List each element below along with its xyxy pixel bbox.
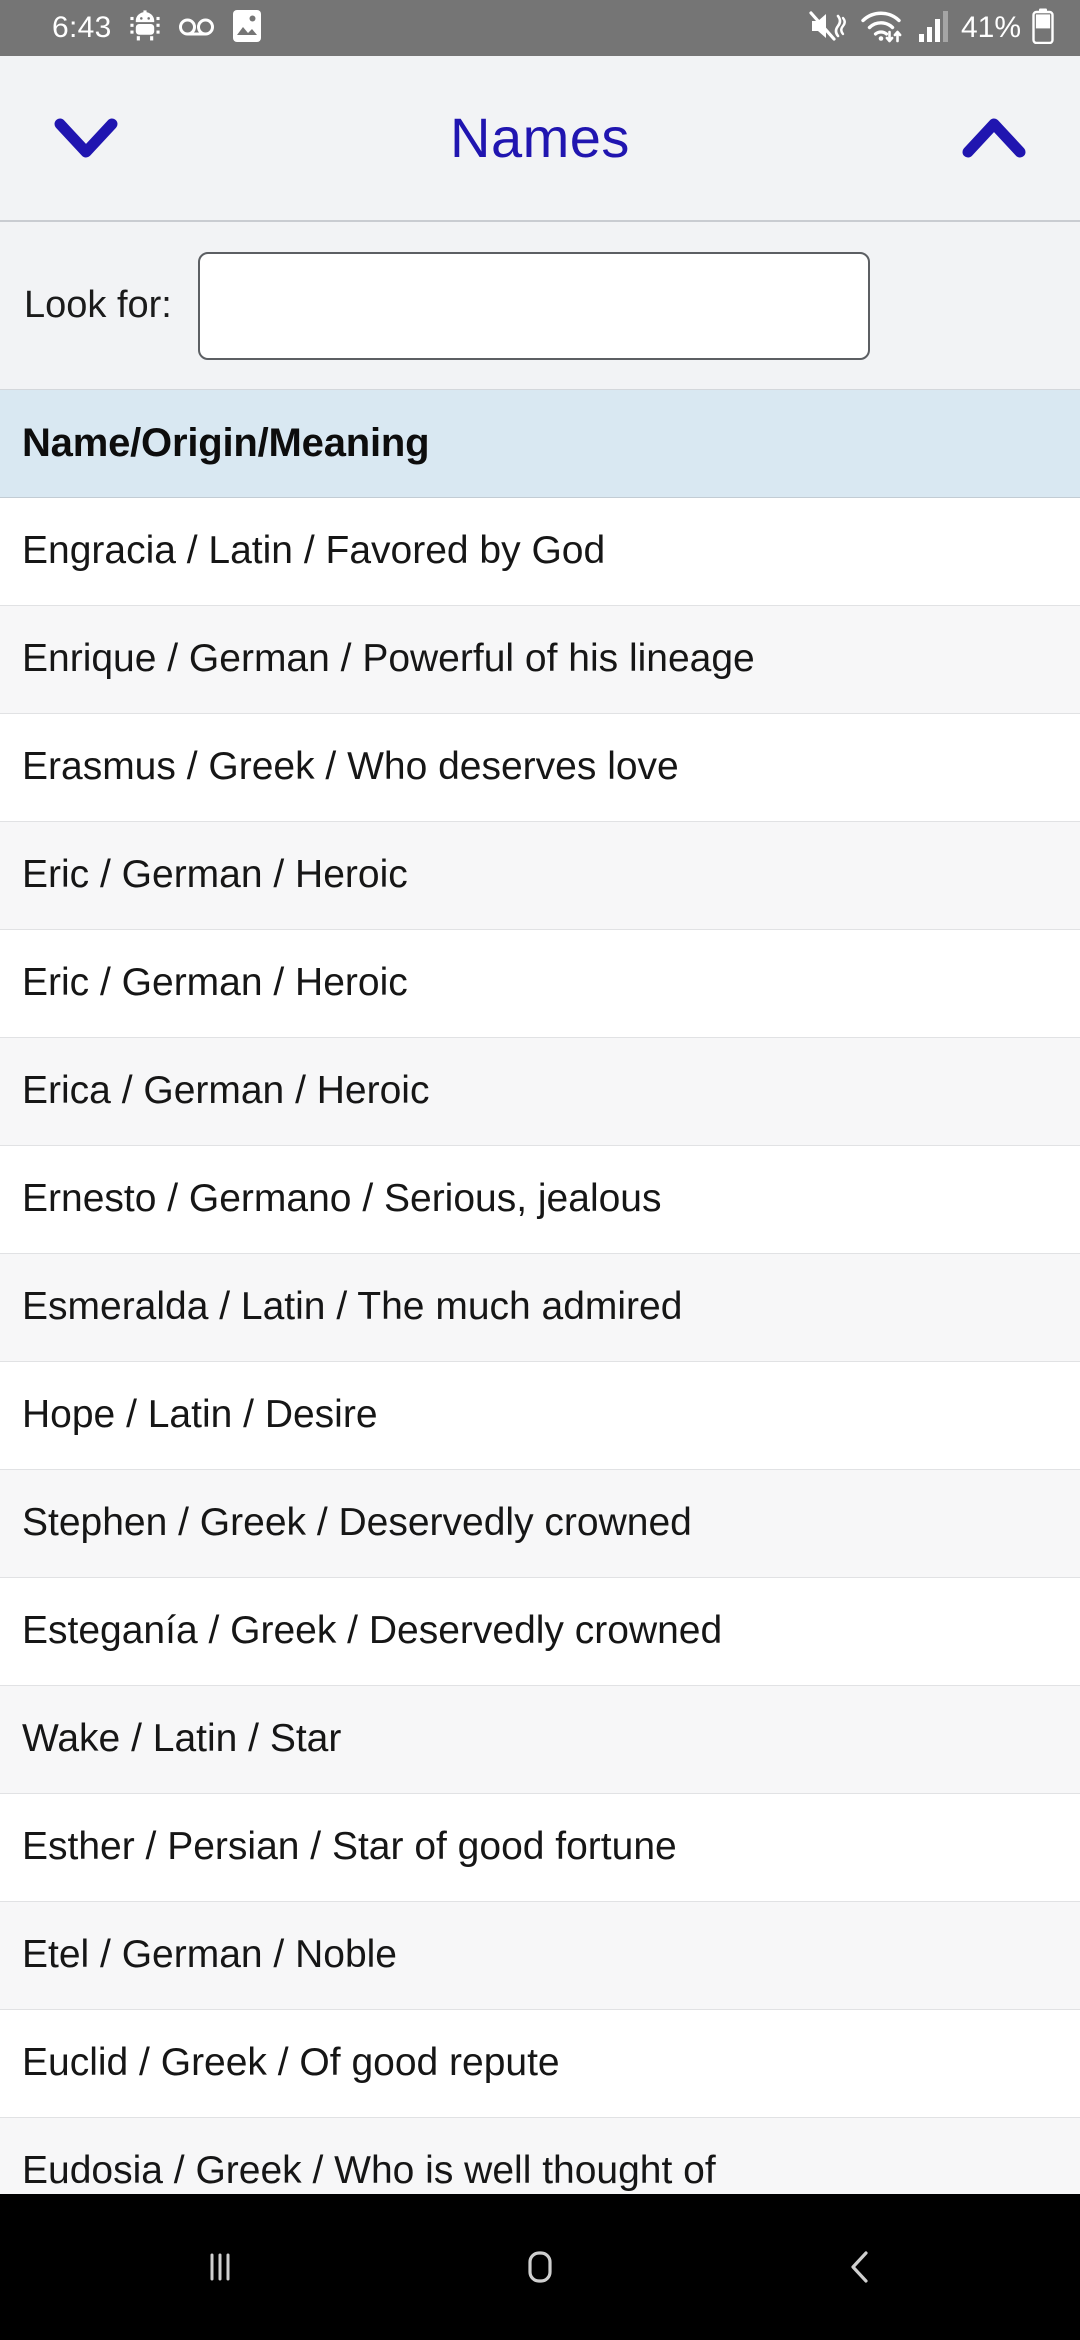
- page-title: Names: [450, 106, 630, 169]
- list-item[interactable]: Eudosia / Greek / Who is well thought of: [0, 2118, 1080, 2194]
- status-bar: 6:43 41%: [0, 0, 1080, 56]
- back-icon: [851, 2251, 868, 2283]
- list-item-label: Esmeralda / Latin / The much admired: [22, 1286, 683, 1329]
- list-item[interactable]: Ernesto / Germano / Serious, jealous: [0, 1146, 1080, 1254]
- list-item-label: Eudosia / Greek / Who is well thought of: [22, 2150, 716, 2193]
- scroll-down-button[interactable]: [50, 102, 122, 174]
- list-item[interactable]: Erasmus / Greek / Who deserves love: [0, 714, 1080, 822]
- list-item[interactable]: Hope / Latin / Desire: [0, 1362, 1080, 1470]
- table-header-row: Name/Origin/Meaning: [0, 390, 1080, 498]
- list-item-label: Wake / Latin / Star: [22, 1718, 342, 1761]
- recents-icon: [210, 2253, 230, 2281]
- list-item[interactable]: Enrique / German / Powerful of his linea…: [0, 606, 1080, 714]
- list-item[interactable]: Stephen / Greek / Deservedly crowned: [0, 1470, 1080, 1578]
- list-item[interactable]: Wake / Latin / Star: [0, 1686, 1080, 1794]
- list-item-label: Ernesto / Germano / Serious, jealous: [22, 1178, 662, 1221]
- list-item[interactable]: Esmeralda / Latin / The much admired: [0, 1254, 1080, 1362]
- list-item-label: Euclid / Greek / Of good repute: [22, 2042, 560, 2085]
- list-item[interactable]: Eric / German / Heroic: [0, 822, 1080, 930]
- list-item[interactable]: Eric / German / Heroic: [0, 930, 1080, 1038]
- android-debug-icon: [128, 9, 162, 48]
- cellular-signal-icon: [918, 10, 948, 47]
- column-header-name-origin-meaning: Name/Origin/Meaning: [22, 421, 430, 465]
- search-row: Look for:: [0, 222, 1080, 390]
- home-icon: [528, 2251, 552, 2283]
- screenshot-image-icon: [232, 9, 262, 48]
- battery-percent-label: 41%: [960, 11, 1021, 44]
- list-item[interactable]: Euclid / Greek / Of good repute: [0, 2010, 1080, 2118]
- names-list[interactable]: Engracia / Latin / Favored by God Enrique…: [0, 498, 1080, 2194]
- scroll-up-button[interactable]: [958, 102, 1030, 174]
- list-item-label: Enrique / German / Powerful of his linea…: [22, 638, 755, 681]
- phone-screen: 6:43 41% Names Look for: Name/Origin/Mea…: [0, 0, 1080, 2340]
- mute-vibrate-icon: [808, 9, 848, 48]
- list-item-label: Engracia / Latin / Favored by God: [22, 530, 606, 573]
- list-item-label: Stephen / Greek / Deservedly crowned: [22, 1502, 692, 1545]
- home-button[interactable]: [460, 2217, 620, 2317]
- list-item[interactable]: Erica / German / Heroic: [0, 1038, 1080, 1146]
- list-item-label: Esther / Persian / Star of good fortune: [22, 1826, 677, 1869]
- back-button[interactable]: [780, 2217, 940, 2317]
- voicemail-icon: [178, 14, 216, 43]
- list-item[interactable]: Engracia / Latin / Favored by God: [0, 498, 1080, 606]
- list-item[interactable]: Esteganía / Greek / Deservedly crowned: [0, 1578, 1080, 1686]
- chevron-down-icon: [54, 118, 118, 158]
- status-clock: 6:43: [52, 11, 112, 44]
- list-item-label: Eric / German / Heroic: [22, 854, 408, 897]
- recents-button[interactable]: [140, 2217, 300, 2317]
- android-navigation-bar: [0, 2194, 1080, 2340]
- list-item[interactable]: Esther / Persian / Star of good fortune: [0, 1794, 1080, 1902]
- list-item-label: Esteganía / Greek / Deservedly crowned: [22, 1610, 723, 1653]
- status-bar-right: 41%: [808, 8, 1054, 49]
- list-item-label: Hope / Latin / Desire: [22, 1394, 378, 1437]
- chevron-up-icon: [962, 118, 1026, 158]
- battery-icon: [1032, 8, 1054, 49]
- app-title-bar: Names: [0, 56, 1080, 222]
- list-item-label: Erica / German / Heroic: [22, 1070, 430, 1113]
- list-item-label: Erasmus / Greek / Who deserves love: [22, 746, 679, 789]
- search-label: Look for:: [24, 284, 172, 326]
- search-input[interactable]: [197, 251, 870, 360]
- list-item-label: Etel / German / Noble: [22, 1934, 397, 1977]
- wifi-icon: [859, 8, 907, 49]
- list-item[interactable]: Etel / German / Noble: [0, 1902, 1080, 2010]
- list-item-label: Eric / German / Heroic: [22, 962, 408, 1005]
- status-bar-left: 6:43: [52, 9, 262, 48]
